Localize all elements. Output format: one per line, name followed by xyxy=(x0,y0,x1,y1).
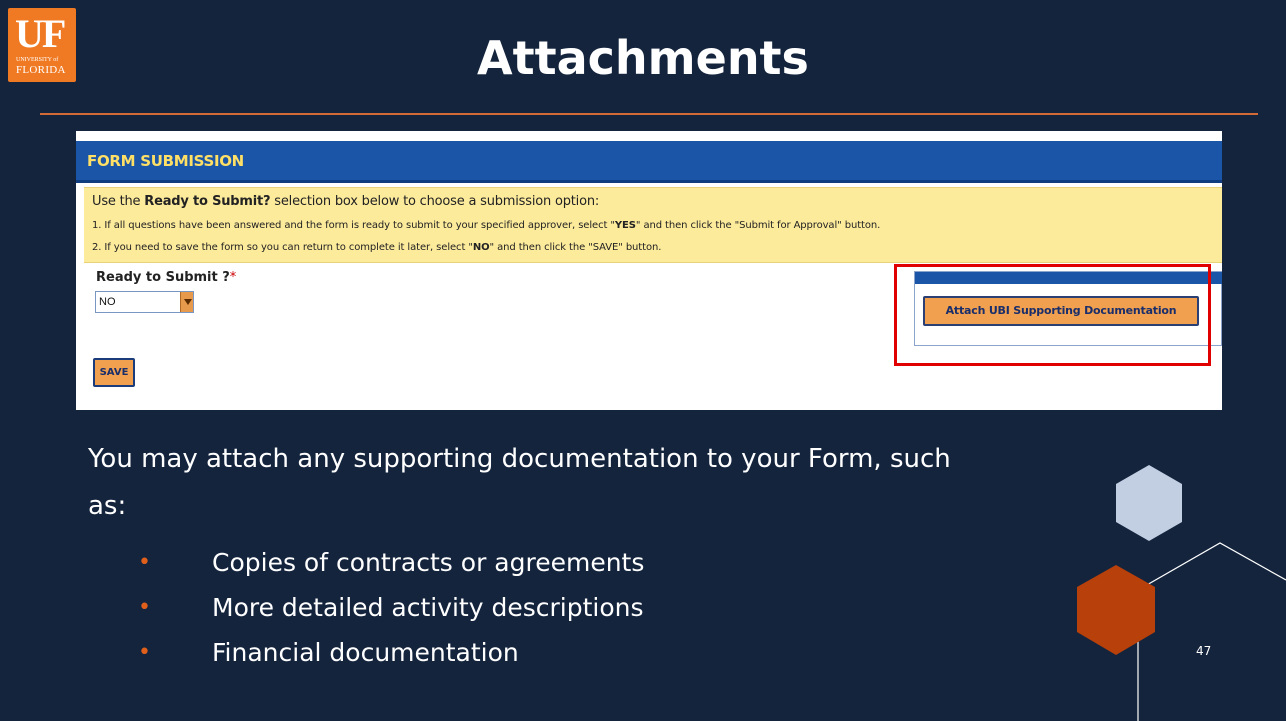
page-number: 47 xyxy=(1196,644,1212,658)
decorative-line xyxy=(1137,542,1286,591)
decorative-shapes xyxy=(1077,465,1286,721)
slide: UF UNIVERSITY of FLORIDA Attachments FOR… xyxy=(0,0,1286,721)
light-hexagon-icon xyxy=(1116,465,1182,541)
orange-hexagon-icon xyxy=(1077,565,1155,655)
